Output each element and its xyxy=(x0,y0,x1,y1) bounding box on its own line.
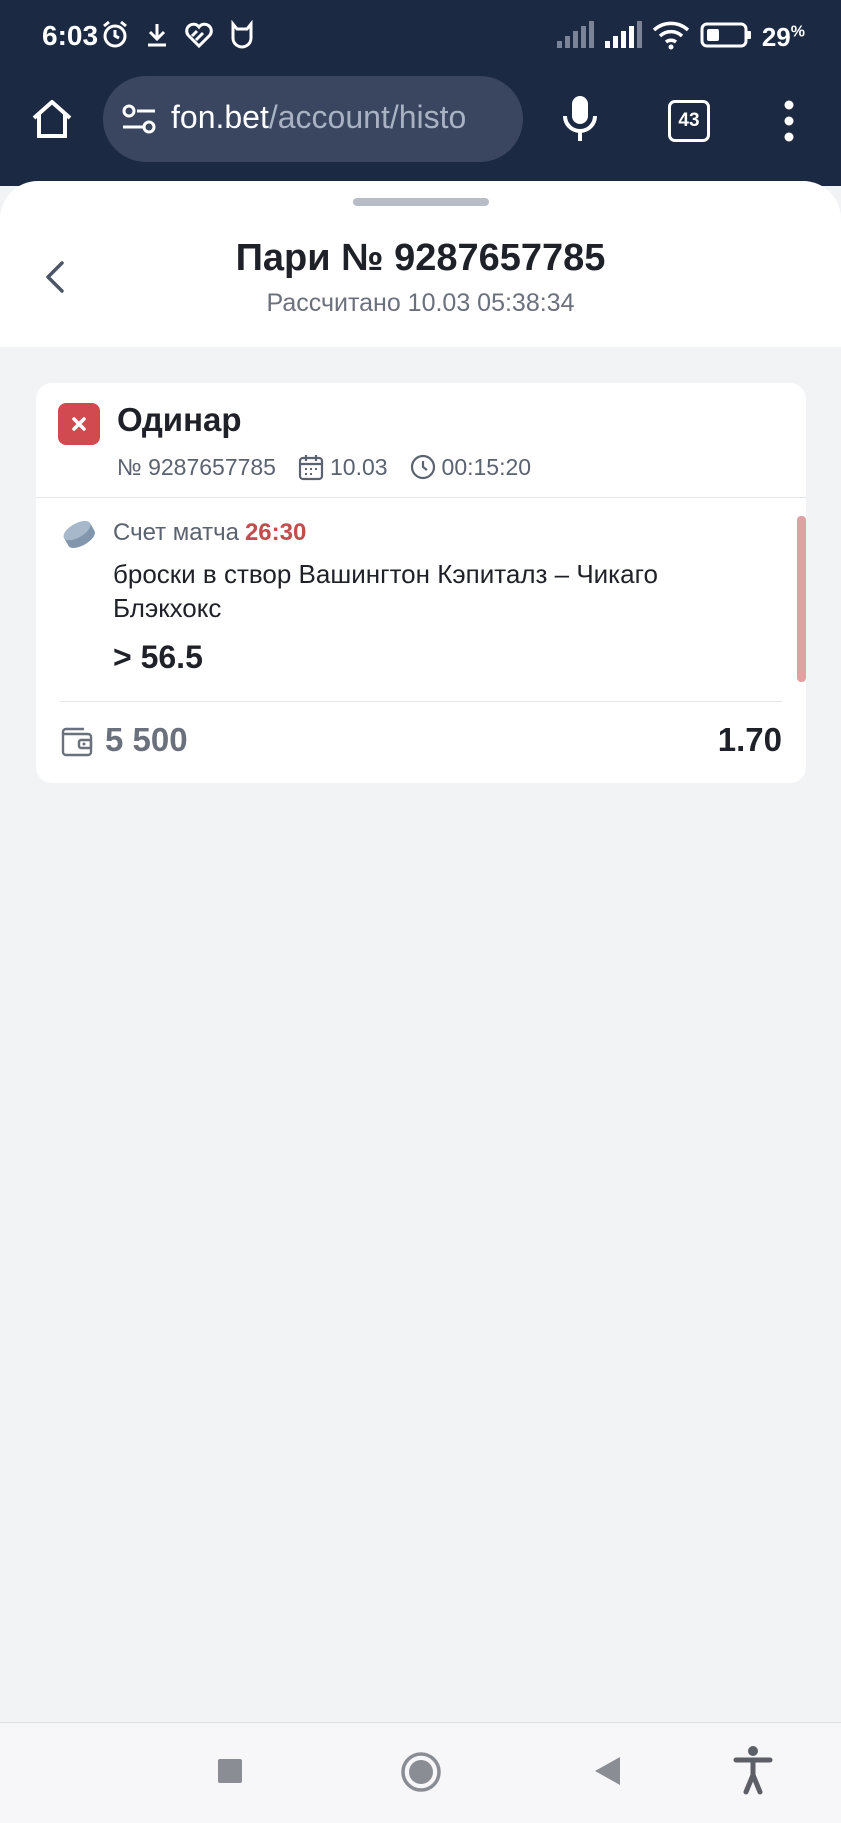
status-time: 6:03 xyxy=(42,20,99,51)
status-icons-right: 29% xyxy=(556,20,805,55)
wallet-icon xyxy=(60,725,94,762)
market-line: Счет матча 26:30 xyxy=(113,519,306,547)
home-icon[interactable] xyxy=(26,94,78,146)
tab-switcher-button[interactable]: 43 xyxy=(668,100,710,142)
bet-date: 10.03 xyxy=(329,453,388,480)
hockey-puck-icon xyxy=(60,517,98,556)
cell-signal-icon xyxy=(604,21,642,54)
outcome: > 56.5 xyxy=(113,639,203,675)
address-bar[interactable]: fon.bet/account/histo xyxy=(103,76,523,162)
system-nav-bar xyxy=(0,1722,841,1823)
battery-value: 29 xyxy=(761,22,791,52)
site-settings-icon[interactable] xyxy=(121,102,157,141)
battery-unit: % xyxy=(790,23,805,41)
odds-value: 1.70 xyxy=(717,721,782,758)
divider xyxy=(36,497,806,498)
status-bar: 6:03 29% xyxy=(0,0,841,72)
match-score: 26:30 xyxy=(244,519,307,546)
health-icon xyxy=(184,20,214,55)
status-icons-left xyxy=(100,19,256,55)
calendar-icon xyxy=(298,453,324,481)
clock-icon xyxy=(410,454,436,480)
home-circle-icon[interactable] xyxy=(400,1751,442,1798)
bet-card: Одинар № 9287657785 10.03 00:15:20 Счет … xyxy=(36,383,806,783)
settled-timestamp: Рассчитано 10.03 05:38:34 xyxy=(266,289,575,317)
battery-icon xyxy=(700,21,752,54)
url-path: /account/histo xyxy=(268,99,467,135)
alarm-icon xyxy=(100,20,130,55)
stake-amount: 5 500 xyxy=(105,721,188,758)
sheet-header: Пари № 9287657785 Рассчитано 10.03 05:38… xyxy=(0,181,841,347)
event-name: броски в створ Вашингтон Кэпиталз – Чика… xyxy=(113,559,658,623)
bet-time: 00:15:20 xyxy=(441,453,532,480)
result-indicator xyxy=(797,516,806,682)
lost-status-icon xyxy=(58,403,100,445)
page-title: Пари № 9287657785 xyxy=(235,237,606,279)
battery-percent: 29% xyxy=(762,22,805,53)
drag-handle[interactable] xyxy=(353,198,489,206)
bet-number: № 9287657785 xyxy=(117,453,276,480)
back-triangle-icon[interactable] xyxy=(592,1755,622,1792)
bet-meta: № 9287657785 10.03 00:15:20 xyxy=(117,453,531,481)
divider xyxy=(60,701,782,702)
market-label: Счет матча xyxy=(113,519,239,546)
url-domain: fon.bet xyxy=(171,99,269,135)
microphone-icon[interactable] xyxy=(560,94,600,149)
accessibility-icon[interactable] xyxy=(732,1745,774,1800)
download-icon xyxy=(144,20,170,55)
url-text[interactable]: fon.bet/account/histo xyxy=(171,99,511,136)
more-menu-icon[interactable] xyxy=(776,98,802,149)
bet-type: Одинар xyxy=(117,401,242,438)
cell-signal-icon xyxy=(556,21,594,54)
wifi-icon xyxy=(652,20,690,55)
url-row: fon.bet/account/histo 43 xyxy=(0,76,841,166)
recents-square-icon[interactable] xyxy=(216,1757,244,1790)
mi-fit-icon xyxy=(228,19,256,55)
browser-chrome: 6:03 29% fon.bet/account/histo 43 xyxy=(0,0,841,186)
